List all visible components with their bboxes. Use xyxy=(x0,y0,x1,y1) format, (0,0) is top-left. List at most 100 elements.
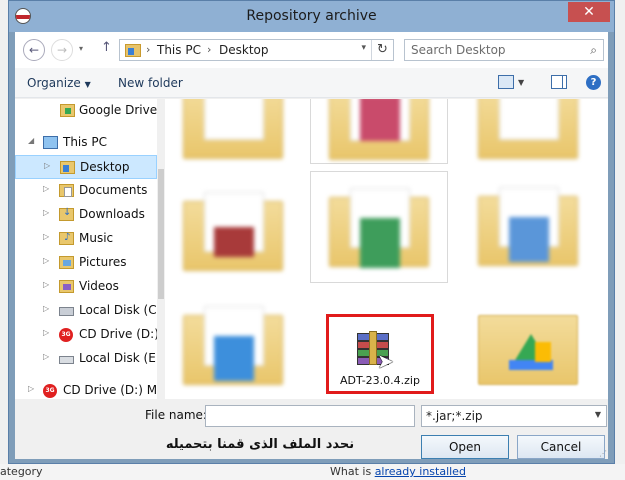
zip-file-name: ADT-23.0.4.zip xyxy=(340,374,420,387)
forward-button[interactable]: → xyxy=(51,39,73,61)
collapsed-arrow-icon[interactable]: ▷ xyxy=(43,280,49,289)
tree-item-downloads[interactable]: ▷ Downloads xyxy=(15,203,157,227)
preview-pane-icon[interactable] xyxy=(551,75,567,89)
folder-icon xyxy=(329,99,429,160)
documents-folder-icon xyxy=(59,184,74,197)
dialog-footer: File name: *.jar;*.zip ▼ نحدد الملف الذى… xyxy=(15,400,608,459)
collapsed-arrow-icon[interactable]: ▷ xyxy=(43,256,49,265)
address-bar[interactable]: › This PC › Desktop ▾ ↻ xyxy=(119,39,394,61)
tree-item-label: Google Drive xyxy=(79,103,157,117)
tree-item-label: CD Drive (D:) M xyxy=(79,327,157,341)
folder-icon xyxy=(183,306,283,385)
google-drive-folder-tile[interactable] xyxy=(460,297,598,399)
search-icon[interactable]: ⌕ xyxy=(590,43,597,58)
chevron-down-icon[interactable]: ▼ xyxy=(595,410,601,419)
cd-drive-icon: 3G xyxy=(43,384,57,398)
tree-item-label: This PC xyxy=(63,135,107,149)
collapsed-arrow-icon[interactable]: ▷ xyxy=(43,352,49,361)
tree-item-videos[interactable]: ▷ Videos xyxy=(15,275,157,299)
already-installed-link[interactable]: already installed xyxy=(375,465,466,478)
background-what-is-text: What is xyxy=(330,465,372,478)
tree-item-pictures[interactable]: ▷ Pictures xyxy=(15,251,157,275)
organize-button[interactable]: Organize ▼ xyxy=(27,76,91,90)
help-icon[interactable]: ? xyxy=(586,75,601,90)
folder-icon xyxy=(478,99,578,159)
tree-item-cd-drive[interactable]: ▷ 3G CD Drive (D:) M xyxy=(15,323,157,347)
blurred-folder-tile[interactable] xyxy=(165,171,303,283)
resize-grip-icon[interactable]: ⋰ xyxy=(599,449,607,458)
tree-item-music[interactable]: ▷ Music xyxy=(15,227,157,251)
breadcrumb-separator-icon[interactable]: › xyxy=(146,43,150,56)
file-type-filter[interactable]: *.jar;*.zip ▼ xyxy=(421,405,607,427)
refresh-icon[interactable]: ↻ xyxy=(371,40,393,60)
title-bar[interactable]: Repository archive ✕ xyxy=(9,1,614,32)
tree-item-this-pc[interactable]: ◢ This PC xyxy=(15,131,157,155)
tree-item-label: Local Disk (E:) xyxy=(79,351,157,365)
tree-item-documents[interactable]: ▷ Documents xyxy=(15,179,157,203)
forward-arrow-icon: → xyxy=(56,43,68,57)
tree-scrollbar[interactable] xyxy=(157,99,165,399)
cancel-button[interactable]: Cancel xyxy=(517,435,605,459)
folder-icon xyxy=(329,188,429,268)
optical-disk-icon xyxy=(59,356,74,364)
navigation-bar: ← → ▾ ↑ › This PC › Desktop ▾ ↻ Search D… xyxy=(15,32,608,68)
google-drive-folder-icon xyxy=(478,315,578,385)
collapsed-arrow-icon[interactable]: ▷ xyxy=(44,161,50,170)
collapsed-arrow-icon[interactable]: ▷ xyxy=(43,208,49,217)
new-folder-button[interactable]: New folder xyxy=(118,76,183,90)
desktop-folder-icon xyxy=(125,44,141,57)
blurred-folder-tile[interactable] xyxy=(310,171,448,283)
blurred-folder-tile[interactable] xyxy=(165,297,303,399)
tree-item-label: Pictures xyxy=(79,255,127,269)
downloads-folder-icon xyxy=(59,207,74,221)
pictures-folder-icon xyxy=(59,256,74,269)
selected-zip-file[interactable]: ➤ ADT-23.0.4.zip xyxy=(326,314,434,394)
background-page-left xyxy=(0,0,8,480)
tree-item-label: Downloads xyxy=(79,207,145,221)
computer-icon xyxy=(43,136,58,149)
search-input[interactable]: Search Desktop ⌕ xyxy=(404,39,604,61)
blurred-folder-tile[interactable] xyxy=(310,99,448,164)
tree-item-label: Videos xyxy=(79,279,119,293)
dialog-client-area: ← → ▾ ↑ › This PC › Desktop ▾ ↻ Search D… xyxy=(15,32,608,459)
address-dropdown-icon[interactable]: ▾ xyxy=(361,43,366,53)
file-name-label: File name: xyxy=(145,408,207,422)
collapsed-arrow-icon[interactable]: ▷ xyxy=(43,232,49,241)
chevron-down-icon: ▼ xyxy=(84,80,91,89)
tree-item-cd-drive-root[interactable]: ▷ 3G CD Drive (D:) Mol xyxy=(15,379,157,399)
collapsed-arrow-icon[interactable]: ▷ xyxy=(43,304,49,313)
close-button[interactable]: ✕ xyxy=(568,2,610,22)
back-button[interactable]: ← xyxy=(23,39,45,61)
collapsed-arrow-icon[interactable]: ▷ xyxy=(43,328,49,337)
blurred-folder-tile[interactable] xyxy=(460,99,598,164)
background-page-footer: ategory What is already installed xyxy=(0,464,625,480)
organize-label: Organize xyxy=(27,76,81,90)
tree-item-label: Documents xyxy=(79,183,148,197)
breadcrumb-separator-icon[interactable]: › xyxy=(207,43,211,56)
tree-item-google-drive[interactable]: Google Drive xyxy=(15,99,157,123)
open-button[interactable]: Open xyxy=(421,435,509,459)
file-name-input[interactable] xyxy=(205,405,415,427)
navigation-tree: Google Drive ◢ This PC ▷ Desktop ▷ Docum… xyxy=(15,99,157,399)
expanded-arrow-icon[interactable]: ◢ xyxy=(28,136,34,145)
breadcrumb-desktop[interactable]: Desktop xyxy=(219,43,269,57)
window-title: Repository archive xyxy=(246,8,377,24)
change-view-icon[interactable] xyxy=(498,75,514,89)
folder-icon xyxy=(183,192,283,271)
blurred-folder-tile[interactable] xyxy=(165,99,303,164)
collapsed-arrow-icon[interactable]: ▷ xyxy=(28,384,34,393)
tree-item-local-disk-c[interactable]: ▷ Local Disk (C:) xyxy=(15,299,157,323)
tree-item-label: Music xyxy=(79,231,114,245)
back-arrow-icon: ← xyxy=(28,43,40,57)
tree-scrollbar-thumb[interactable] xyxy=(158,169,164,299)
up-arrow-icon[interactable]: ↑ xyxy=(101,40,112,55)
collapsed-arrow-icon[interactable]: ▷ xyxy=(43,184,49,193)
view-dropdown-icon[interactable]: ▼ xyxy=(518,78,524,87)
breadcrumb-this-pc[interactable]: This PC xyxy=(157,43,201,57)
command-toolbar: Organize ▼ New folder ▼ ? xyxy=(15,68,608,98)
recent-locations-chevron-icon[interactable]: ▾ xyxy=(79,44,83,53)
tree-item-local-disk-e[interactable]: ▷ Local Disk (E:) xyxy=(15,347,157,371)
tree-item-desktop[interactable]: ▷ Desktop xyxy=(15,155,157,179)
arabic-instruction-caption: نحدد الملف الذى قمنا بتحميله xyxy=(165,437,355,452)
blurred-folder-tile[interactable] xyxy=(460,171,598,283)
